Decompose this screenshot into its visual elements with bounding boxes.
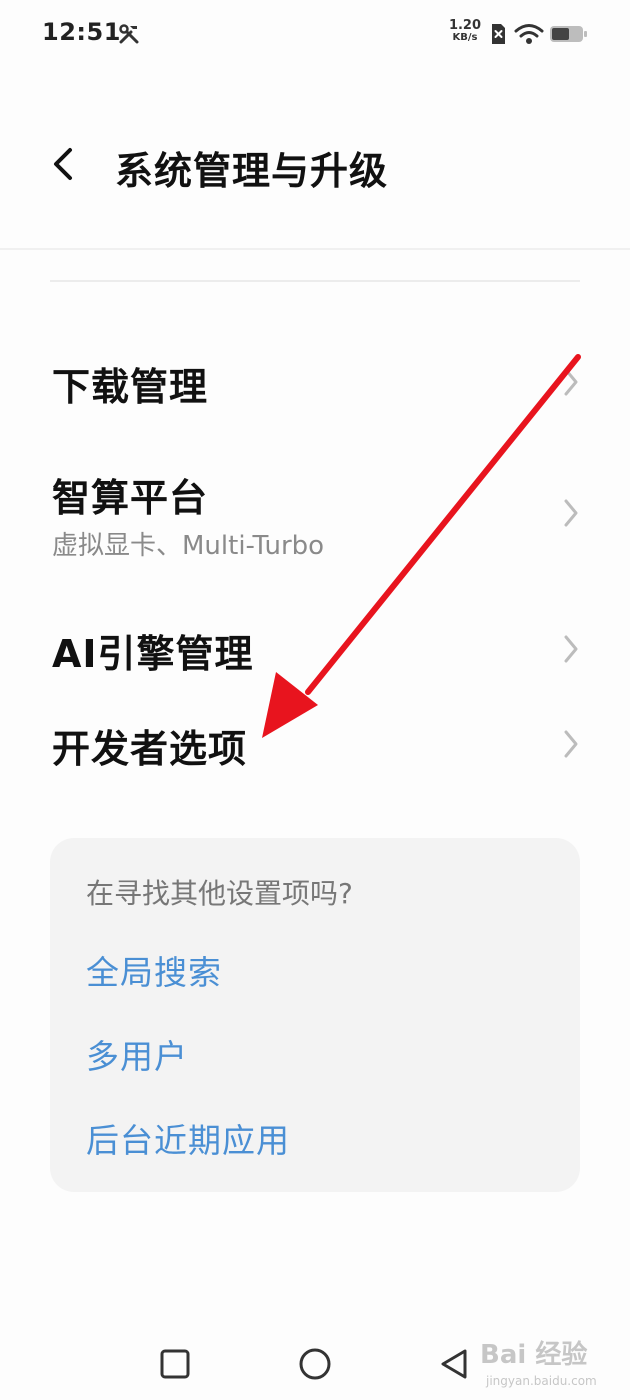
- link-background-recent-apps[interactable]: 后台近期应用: [86, 1114, 290, 1162]
- battery-icon: [550, 26, 587, 42]
- network-speed-unit: KB/s: [452, 32, 478, 43]
- wifi-icon: [514, 24, 544, 44]
- chevron-right-icon: [564, 635, 578, 663]
- network-speed: 1.20 KB/s: [448, 18, 482, 44]
- recents-square-icon[interactable]: [155, 1344, 195, 1384]
- chevron-right-icon: [564, 499, 578, 527]
- menu-item-download-management[interactable]: 下载管理: [0, 340, 630, 430]
- chevron-right-icon: [564, 730, 578, 758]
- suggestion-card-title: 在寻找其他设置项吗?: [86, 877, 353, 910]
- menu-item-sublabel: 虚拟显卡、Multi-Turbo: [52, 531, 325, 561]
- header: 系统管理与升级: [0, 120, 630, 210]
- back-triangle-icon[interactable]: [435, 1344, 475, 1384]
- menu-item-computing-platform[interactable]: 智算平台 虚拟显卡、Multi-Turbo: [0, 455, 630, 575]
- home-circle-icon[interactable]: [295, 1344, 335, 1384]
- watermark-brand: Bai 经验: [480, 1340, 588, 1370]
- suggestion-card: 在寻找其他设置项吗? 全局搜索 多用户 后台近期应用: [50, 838, 580, 1192]
- menu-item-developer-options[interactable]: 开发者选项: [0, 700, 630, 790]
- menu-item-label: AI引擎管理: [52, 632, 254, 676]
- page-title: 系统管理与升级: [115, 149, 389, 193]
- section-divider: [50, 280, 580, 282]
- watermark-url: jingyan.baidu.com: [486, 1374, 597, 1388]
- status-bar: 12:51 1.20 KB/s: [0, 0, 630, 70]
- header-divider: [0, 248, 630, 250]
- menu-item-ai-engine-management[interactable]: AI引擎管理: [0, 605, 630, 695]
- menu-item-label: 智算平台: [52, 476, 209, 520]
- status-time: 12:51: [42, 18, 121, 46]
- link-multi-user[interactable]: 多用户: [86, 1030, 188, 1078]
- watermark: Bai 经验 jingyan.baidu.com: [478, 1330, 628, 1396]
- chevron-right-icon: [564, 368, 578, 396]
- tools-icon: [119, 24, 139, 44]
- menu-item-label: 开发者选项: [52, 727, 248, 771]
- link-global-search[interactable]: 全局搜索: [86, 946, 222, 994]
- chevron-left-icon[interactable]: [48, 144, 80, 184]
- sim-x-icon: [492, 24, 505, 44]
- menu-item-label: 下载管理: [52, 365, 209, 409]
- screen: 12:51 1.20 KB/s 系统管理与升级 下载管理 智算平台 虚拟显卡、M…: [0, 0, 630, 1400]
- network-speed-value: 1.20: [448, 18, 482, 33]
